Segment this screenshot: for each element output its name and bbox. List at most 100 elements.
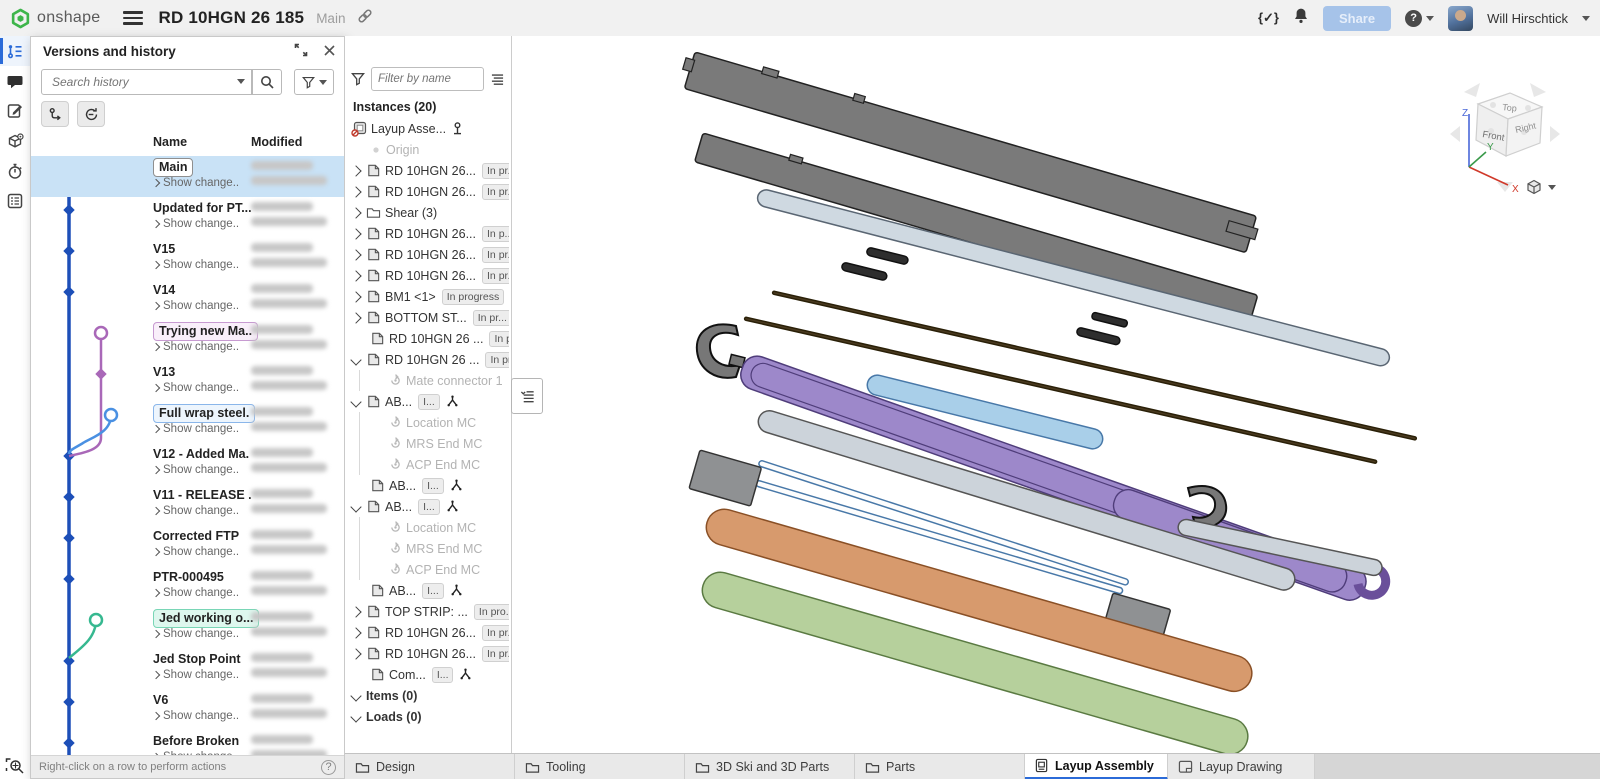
detach-panel-icon[interactable] bbox=[293, 42, 309, 63]
share-button[interactable]: Share bbox=[1323, 6, 1391, 31]
version-row[interactable]: V15Show change.. bbox=[31, 238, 344, 279]
collapse-chevron-icon[interactable] bbox=[350, 690, 361, 701]
instance-row[interactable]: AB...I... bbox=[345, 580, 509, 601]
version-row[interactable]: V14Show change.. bbox=[31, 279, 344, 320]
instance-row[interactable]: ACP End MC bbox=[345, 559, 509, 580]
model-viewport[interactable] bbox=[512, 36, 1600, 753]
footer-help-icon[interactable]: ? bbox=[321, 760, 336, 775]
instance-row[interactable]: RD 10HGN 26...In pr... bbox=[345, 160, 509, 181]
show-changes-toggle[interactable]: Show change.. bbox=[153, 382, 239, 394]
version-row[interactable]: Trying new Ma..Show change.. bbox=[31, 320, 344, 361]
onshape-logo[interactable]: onshape bbox=[10, 8, 101, 29]
tab-parts[interactable]: Parts bbox=[855, 754, 1025, 779]
search-button[interactable] bbox=[252, 69, 282, 95]
show-changes-toggle[interactable]: Show change.. bbox=[153, 177, 239, 189]
tab-design[interactable]: Design bbox=[345, 754, 515, 779]
instance-row[interactable]: RD 10HGN 26...In p... bbox=[345, 223, 509, 244]
instance-row[interactable]: MRS End MC bbox=[345, 433, 509, 454]
instance-row[interactable]: Mate connector 1 bbox=[345, 370, 509, 391]
version-row[interactable]: Jed working o...Show change.. bbox=[31, 607, 344, 648]
expand-chevron-icon[interactable] bbox=[350, 165, 361, 176]
show-changes-toggle[interactable]: Show change.. bbox=[153, 710, 239, 722]
instance-row[interactable]: Location MC bbox=[345, 517, 509, 538]
instance-row[interactable]: BM1 <1>In progress bbox=[345, 286, 509, 307]
instance-row[interactable]: RD 10HGN 26...In pr... bbox=[345, 643, 509, 664]
sidebar-item-parts-help[interactable] bbox=[0, 126, 30, 156]
version-row[interactable]: PTR-000495Show change.. bbox=[31, 566, 344, 607]
instance-row[interactable]: AB...I... bbox=[345, 475, 509, 496]
expand-chevron-icon[interactable] bbox=[350, 228, 361, 239]
instance-row[interactable]: Origin bbox=[345, 139, 509, 160]
expand-chevron-icon[interactable] bbox=[350, 207, 361, 218]
show-changes-toggle[interactable]: Show change.. bbox=[153, 669, 239, 681]
instance-row[interactable]: RD 10HGN 26...In pr... bbox=[345, 244, 509, 265]
user-caret-icon[interactable] bbox=[1582, 16, 1590, 21]
collapse-chevron-icon[interactable] bbox=[350, 711, 361, 722]
instance-row[interactable]: TOP STRIP: ...In pro... bbox=[345, 601, 509, 622]
show-changes-toggle[interactable]: Show change.. bbox=[153, 464, 239, 476]
sidebar-item-edit-notes[interactable] bbox=[0, 96, 30, 126]
version-row[interactable]: V6Show change.. bbox=[31, 689, 344, 730]
sidebar-item-comments[interactable] bbox=[0, 66, 30, 96]
expand-chevron-icon[interactable] bbox=[350, 312, 361, 323]
structure-panel-toggle-button[interactable] bbox=[511, 378, 543, 414]
branch-view-button[interactable] bbox=[41, 101, 69, 127]
instance-row[interactable]: AB...I... bbox=[345, 391, 509, 412]
instance-row[interactable]: RD 10HGN 26 ...In pr... bbox=[345, 349, 509, 370]
sidebar-item-tables[interactable] bbox=[0, 186, 30, 216]
avatar[interactable] bbox=[1448, 6, 1473, 31]
version-row[interactable]: Full wrap steel.Show change.. bbox=[31, 402, 344, 443]
show-changes-toggle[interactable]: Show change.. bbox=[153, 628, 239, 640]
collapse-chevron-icon[interactable] bbox=[350, 396, 361, 407]
show-changes-toggle[interactable]: Show change.. bbox=[153, 300, 239, 312]
version-row[interactable]: V11 - RELEASE .Show change.. bbox=[31, 484, 344, 525]
instance-row[interactable]: AB...I... bbox=[345, 496, 509, 517]
viewcube-face-top[interactable]: Top bbox=[1502, 102, 1517, 113]
tab-layup-drawing[interactable]: Layup Drawing bbox=[1168, 754, 1315, 779]
display-options-icon[interactable] bbox=[490, 73, 505, 86]
version-row[interactable]: Before BrokenShow change.. bbox=[31, 730, 344, 756]
instance-row[interactable]: ACP End MC bbox=[345, 454, 509, 475]
instance-row[interactable]: RD 10HGN 26...In pr... bbox=[345, 181, 509, 202]
version-row[interactable]: Corrected FTPShow change.. bbox=[31, 525, 344, 566]
filter-button[interactable] bbox=[294, 69, 334, 95]
collapse-chevron-icon[interactable] bbox=[350, 501, 361, 512]
show-changes-toggle[interactable]: Show change.. bbox=[153, 423, 239, 435]
menu-icon[interactable] bbox=[123, 11, 143, 25]
expand-chevron-icon[interactable] bbox=[350, 627, 361, 638]
instance-row[interactable]: Loads (0) bbox=[345, 706, 509, 727]
link-icon[interactable] bbox=[357, 8, 373, 29]
show-changes-toggle[interactable]: Show change.. bbox=[153, 218, 239, 230]
version-row[interactable]: Jed Stop PointShow change.. bbox=[31, 648, 344, 689]
expand-chevron-icon[interactable] bbox=[350, 291, 361, 302]
restore-version-button[interactable] bbox=[77, 101, 105, 127]
show-changes-toggle[interactable]: Show change.. bbox=[153, 259, 239, 271]
show-changes-toggle[interactable]: Show change.. bbox=[153, 546, 239, 558]
expand-chevron-icon[interactable] bbox=[350, 186, 361, 197]
view-finder-icon[interactable] bbox=[5, 757, 25, 779]
sidebar-item-history-time[interactable] bbox=[0, 156, 30, 186]
instance-row[interactable]: Layup Asse... bbox=[345, 118, 509, 139]
close-icon[interactable] bbox=[323, 44, 336, 62]
tab-layup-assembly[interactable]: Layup Assembly bbox=[1025, 754, 1168, 779]
instance-row[interactable]: RD 10HGN 26...In pr... bbox=[345, 265, 509, 286]
collapse-chevron-icon[interactable] bbox=[350, 354, 361, 365]
instance-row[interactable]: Location MC bbox=[345, 412, 509, 433]
featurescript-icon[interactable]: {✓} bbox=[1258, 10, 1279, 26]
sidebar-item-versions[interactable] bbox=[0, 36, 30, 66]
instance-row[interactable]: MRS End MC bbox=[345, 538, 509, 559]
instance-row[interactable]: Shear (3) bbox=[345, 202, 509, 223]
notifications-bell-icon[interactable] bbox=[1293, 7, 1309, 29]
instance-row[interactable]: Com...I... bbox=[345, 664, 509, 685]
search-dropdown-caret-icon[interactable] bbox=[237, 79, 245, 84]
version-row[interactable]: MainShow change.. bbox=[31, 156, 344, 197]
help-menu[interactable]: ? bbox=[1405, 10, 1434, 27]
tab-tooling[interactable]: Tooling bbox=[515, 754, 685, 779]
version-row[interactable]: V13Show change.. bbox=[31, 361, 344, 402]
instance-row[interactable]: Items (0) bbox=[345, 685, 509, 706]
search-history-input[interactable] bbox=[50, 74, 232, 90]
show-changes-toggle[interactable]: Show change.. bbox=[153, 341, 239, 353]
instances-filter-icon[interactable] bbox=[351, 72, 365, 86]
show-changes-toggle[interactable]: Show change.. bbox=[153, 587, 239, 599]
instance-row[interactable]: RD 10HGN 26...In pr... bbox=[345, 622, 509, 643]
